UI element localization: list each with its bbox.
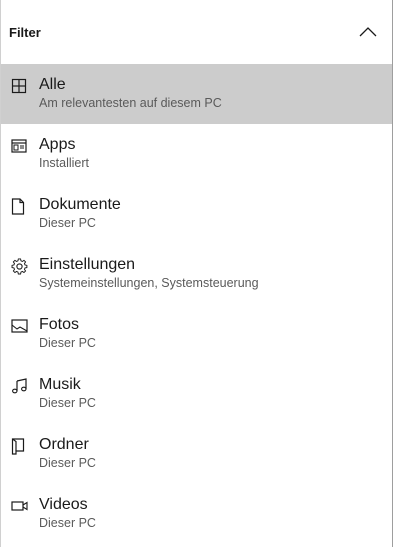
filter-item-musik[interactable]: Musik Dieser PC xyxy=(1,364,392,424)
filter-item-title: Videos xyxy=(39,496,88,513)
filter-item-einstellungen[interactable]: Einstellungen Systemeinstellungen, Syste… xyxy=(1,244,392,304)
filter-title: Filter xyxy=(9,24,41,40)
filter-panel: Filter Alle Am relevantesten auf diesem … xyxy=(0,0,393,547)
filter-item-title: Musik xyxy=(39,376,81,393)
filter-item-subtitle: Dieser PC xyxy=(39,216,96,230)
photo-icon xyxy=(11,319,28,333)
filter-item-title: Einstellungen xyxy=(39,256,136,273)
filter-item-ordner[interactable]: Ordner Dieser PC xyxy=(1,424,392,484)
filter-item-title: Alle xyxy=(39,76,66,93)
filter-header: Filter xyxy=(1,0,392,64)
filter-list: Alle Am relevantesten auf diesem PC Apps… xyxy=(1,64,392,544)
filter-item-subtitle: Installiert xyxy=(39,156,90,170)
folder-icon xyxy=(11,437,25,455)
filter-item-apps[interactable]: Apps Installiert xyxy=(1,124,392,184)
chevron-up-icon xyxy=(359,27,377,37)
music-note-icon xyxy=(12,378,27,394)
filter-item-videos[interactable]: Videos Dieser PC xyxy=(1,484,392,544)
filter-item-title: Fotos xyxy=(39,316,80,333)
gear-icon xyxy=(11,257,28,274)
filter-item-subtitle: Dieser PC xyxy=(39,516,96,530)
filter-item-fotos[interactable]: Fotos Dieser PC xyxy=(1,304,392,364)
document-icon xyxy=(11,197,25,215)
grid-icon xyxy=(11,78,27,94)
filter-item-subtitle: Systemeinstellungen, Systemsteuerung xyxy=(39,276,259,290)
app-window-icon xyxy=(11,139,27,153)
filter-item-subtitle: Dieser PC xyxy=(39,396,96,410)
filter-item-subtitle: Dieser PC xyxy=(39,336,96,350)
filter-item-title: Apps xyxy=(39,136,76,153)
filter-item-subtitle: Am relevantesten auf diesem PC xyxy=(39,96,222,110)
filter-item-subtitle: Dieser PC xyxy=(39,456,96,470)
collapse-button[interactable] xyxy=(354,18,382,46)
filter-item-alle[interactable]: Alle Am relevantesten auf diesem PC xyxy=(1,64,392,124)
filter-item-title: Ordner xyxy=(39,436,89,453)
filter-item-dokumente[interactable]: Dokumente Dieser PC xyxy=(1,184,392,244)
filter-item-title: Dokumente xyxy=(39,196,121,213)
video-camera-icon xyxy=(11,501,28,511)
